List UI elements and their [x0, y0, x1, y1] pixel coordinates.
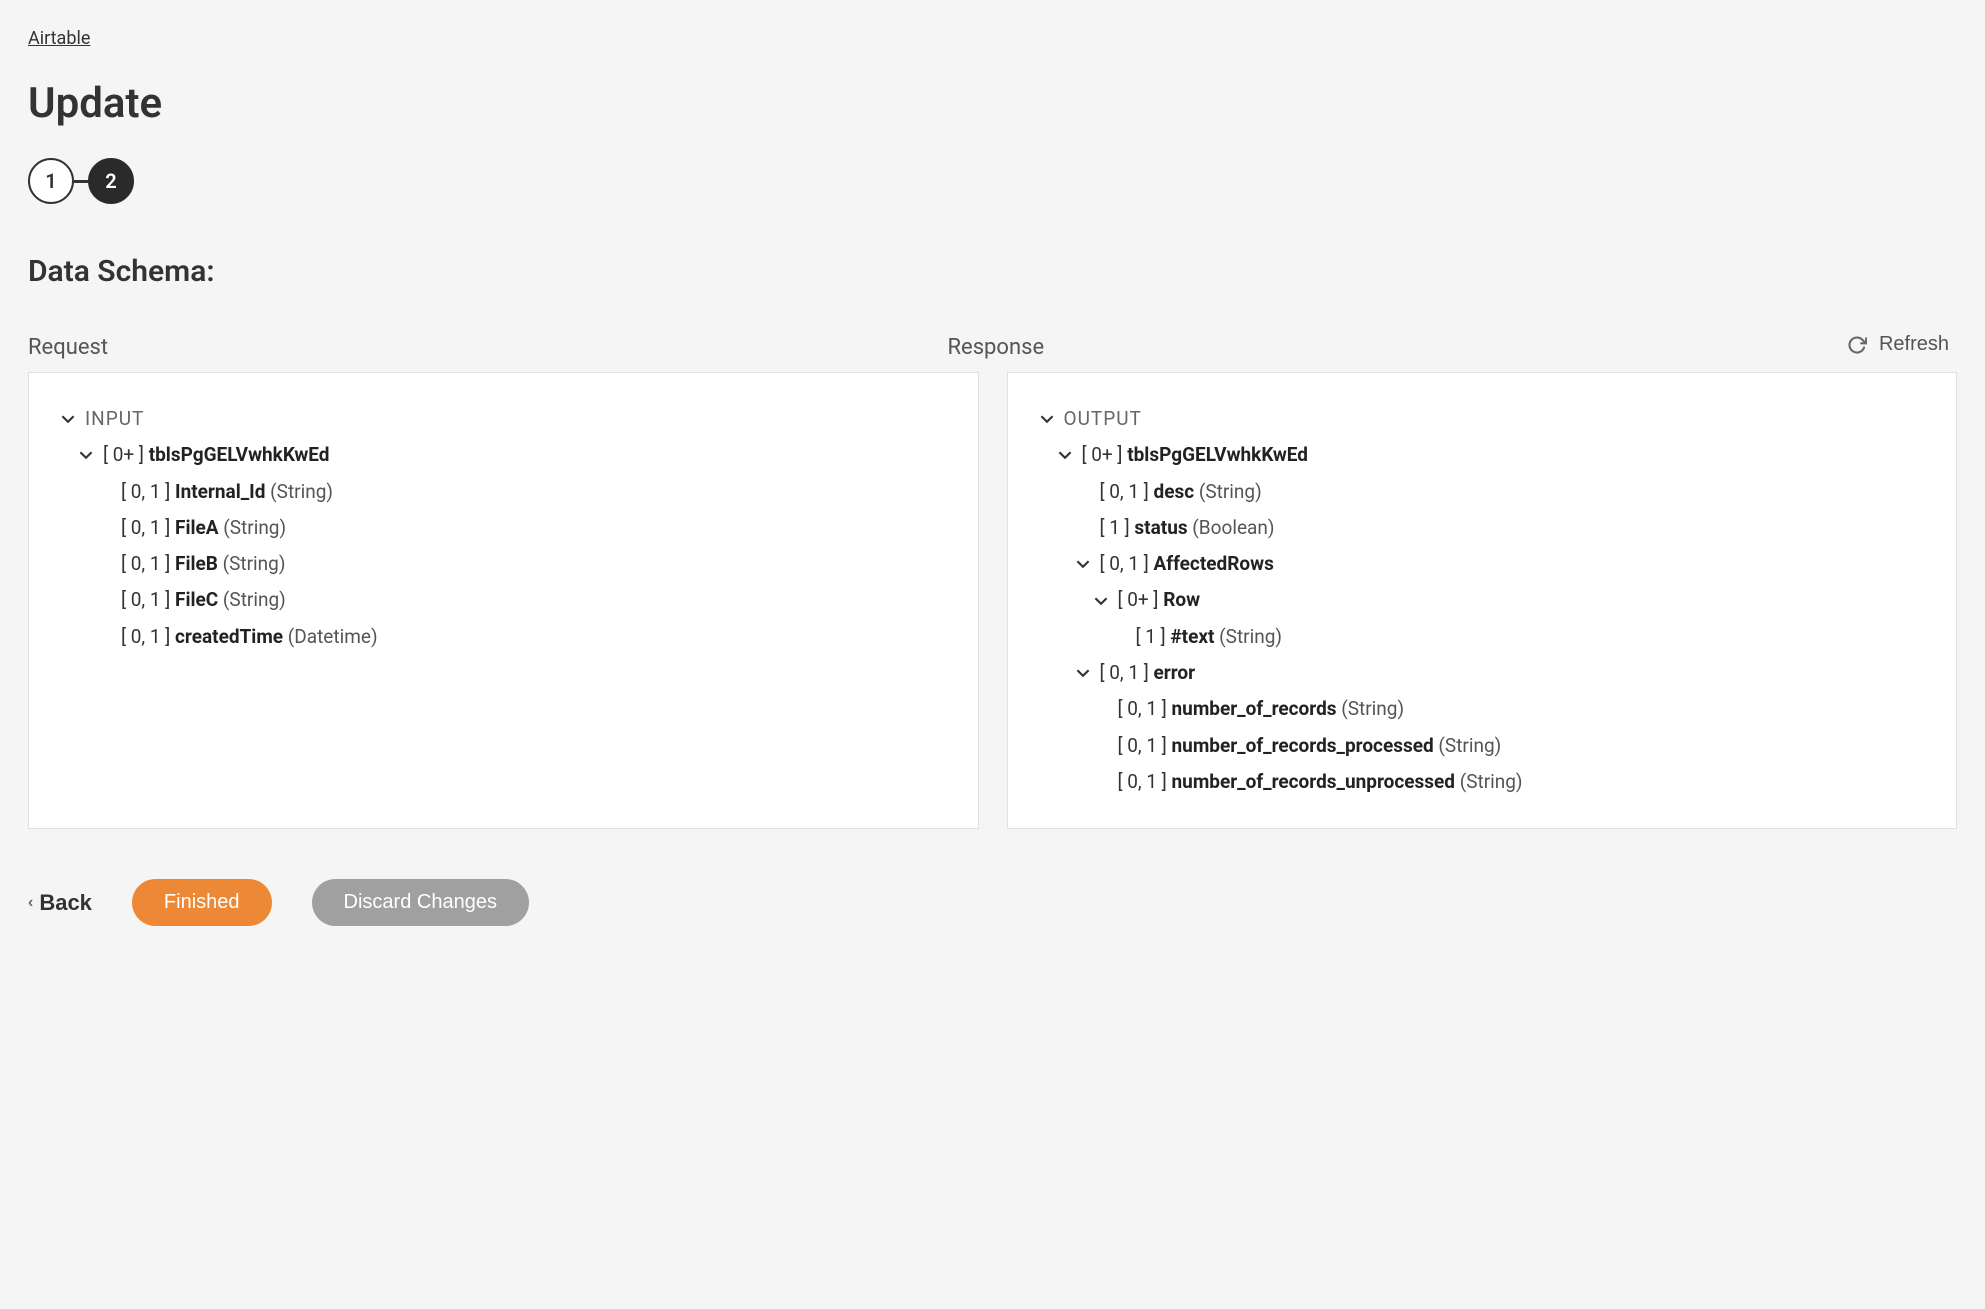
step-connector	[74, 180, 88, 183]
step-1[interactable]: 1	[28, 158, 74, 204]
request-panel: INPUT [ 0+ ] tblsPgGELVwhkKwEd [ 0, 1 ] …	[28, 372, 979, 829]
field-name: error	[1154, 661, 1196, 684]
field-name: FileB	[175, 552, 218, 575]
cardinality: [ 0, 1 ]	[121, 480, 175, 503]
refresh-icon	[1847, 335, 1867, 355]
field-name: number_of_records_unprocessed	[1172, 770, 1455, 793]
field-name: desc	[1154, 480, 1195, 503]
field-name: Internal_Id	[175, 480, 265, 503]
field-name: status	[1134, 516, 1187, 539]
tree-leaf[interactable]: [ 0, 1 ] desc (String)	[1040, 474, 1925, 510]
tree-leaf[interactable]: [ 0, 1 ] number_of_records_processed (St…	[1040, 728, 1925, 764]
tree-root-label: OUTPUT	[1064, 403, 1142, 435]
field-name: FileA	[175, 516, 219, 539]
response-panel: OUTPUT [ 0+ ] tblsPgGELVwhkKwEd [ 0, 1 ]…	[1007, 372, 1958, 829]
chevron-down-icon	[61, 412, 75, 426]
field-name: createdTime	[175, 625, 283, 648]
refresh-button[interactable]: Refresh	[1839, 329, 1957, 360]
field-type: (String)	[1434, 734, 1502, 757]
cardinality: [ 0+ ]	[103, 443, 144, 466]
tree-leaf[interactable]: [ 0, 1 ] Internal_Id (String)	[61, 474, 946, 510]
response-label: Response	[947, 335, 1838, 360]
tree-leaf[interactable]: [ 0, 1 ] FileA (String)	[61, 510, 946, 546]
tree-node-table[interactable]: [ 0+ ] tblsPgGELVwhkKwEd	[61, 437, 946, 473]
refresh-label: Refresh	[1879, 333, 1949, 356]
field-name: FileC	[175, 588, 218, 611]
chevron-down-icon	[79, 448, 93, 462]
cardinality: [ 0, 1 ]	[1118, 770, 1172, 793]
field-type: (Datetime)	[283, 625, 378, 648]
tree-leaf[interactable]: [ 0, 1 ] FileC (String)	[61, 582, 946, 618]
back-label: Back	[39, 890, 92, 916]
field-type: (String)	[265, 480, 333, 503]
cardinality: [ 1 ]	[1100, 516, 1135, 539]
cardinality: [ 0, 1 ]	[1100, 552, 1149, 575]
cardinality: [ 0+ ]	[1118, 588, 1159, 611]
cardinality: [ 0, 1 ]	[121, 552, 175, 575]
field-type: (String)	[1455, 770, 1523, 793]
discard-changes-button[interactable]: Discard Changes	[312, 879, 529, 926]
field-type: (String)	[218, 552, 286, 575]
tree-root-label: INPUT	[85, 403, 144, 435]
field-name: tblsPgGELVwhkKwEd	[1127, 443, 1308, 466]
cardinality: [ 0, 1 ]	[1100, 480, 1154, 503]
tree-node-error[interactable]: [ 0, 1 ] error	[1040, 655, 1925, 691]
page-title: Update	[28, 79, 1957, 128]
field-type: (Boolean)	[1188, 516, 1275, 539]
tree-leaf[interactable]: [ 0, 1 ] number_of_records_unprocessed (…	[1040, 764, 1925, 800]
field-type: (String)	[1214, 625, 1282, 648]
field-name: #text	[1170, 625, 1214, 648]
request-label: Request	[28, 335, 919, 360]
breadcrumb-link[interactable]: Airtable	[28, 28, 90, 49]
chevron-down-icon	[1094, 594, 1108, 608]
back-button[interactable]: ‹ Back	[28, 890, 92, 916]
tree-root-output[interactable]: OUTPUT	[1040, 401, 1925, 437]
step-2[interactable]: 2	[88, 158, 134, 204]
cardinality: [ 0, 1 ]	[121, 625, 175, 648]
chevron-down-icon	[1076, 666, 1090, 680]
section-heading: Data Schema:	[28, 254, 1957, 289]
tree-leaf[interactable]: [ 0, 1 ] FileB (String)	[61, 546, 946, 582]
cardinality: [ 0, 1 ]	[1100, 661, 1149, 684]
field-type: (String)	[218, 588, 286, 611]
field-name: tblsPgGELVwhkKwEd	[149, 443, 330, 466]
tree-leaf[interactable]: [ 1 ] status (Boolean)	[1040, 510, 1925, 546]
field-name: number_of_records	[1172, 697, 1337, 720]
field-name: number_of_records_processed	[1172, 734, 1434, 757]
tree-leaf[interactable]: [ 0, 1 ] number_of_records (String)	[1040, 691, 1925, 727]
field-name: Row	[1163, 588, 1200, 611]
tree-node-row[interactable]: [ 0+ ] Row	[1040, 582, 1925, 618]
field-type: (String)	[219, 516, 287, 539]
tree-node-table[interactable]: [ 0+ ] tblsPgGELVwhkKwEd	[1040, 437, 1925, 473]
cardinality: [ 0, 1 ]	[121, 516, 175, 539]
cardinality: [ 1 ]	[1136, 625, 1171, 648]
field-type: (String)	[1194, 480, 1262, 503]
chevron-down-icon	[1076, 557, 1090, 571]
chevron-down-icon	[1040, 412, 1054, 426]
field-name: AffectedRows	[1154, 552, 1274, 575]
tree-node-affected-rows[interactable]: [ 0, 1 ] AffectedRows	[1040, 546, 1925, 582]
tree-leaf[interactable]: [ 1 ] #text (String)	[1040, 619, 1925, 655]
tree-leaf[interactable]: [ 0, 1 ] createdTime (Datetime)	[61, 619, 946, 655]
wizard-stepper: 1 2	[28, 158, 1957, 204]
cardinality: [ 0, 1 ]	[1118, 734, 1172, 757]
cardinality: [ 0, 1 ]	[1118, 697, 1172, 720]
cardinality: [ 0, 1 ]	[121, 588, 175, 611]
tree-root-input[interactable]: INPUT	[61, 401, 946, 437]
finished-button[interactable]: Finished	[132, 879, 272, 926]
cardinality: [ 0+ ]	[1082, 443, 1123, 466]
field-type: (String)	[1337, 697, 1405, 720]
chevron-down-icon	[1058, 448, 1072, 462]
chevron-left-icon: ‹	[28, 894, 33, 912]
